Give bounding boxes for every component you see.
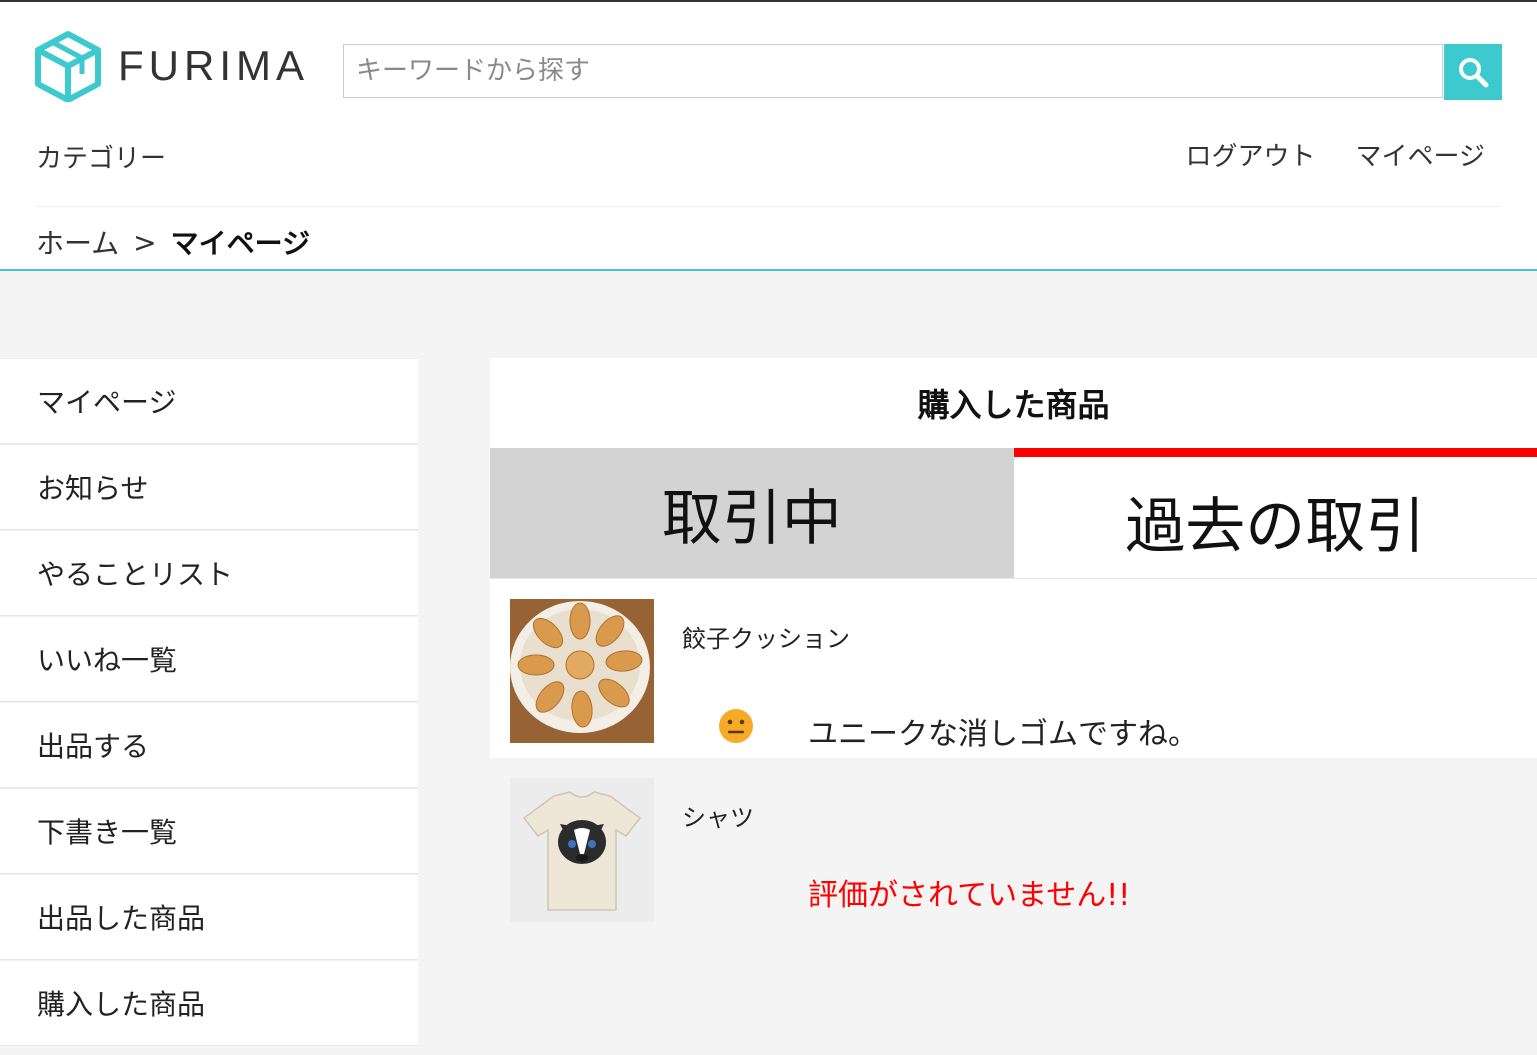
breadcrumb-current: マイページ [170,227,311,260]
sidebar-item-label: 下書き一覧 [37,816,178,849]
sidebar-item-label: いいね一覧 [37,644,178,677]
breadcrumb-separator: > [133,225,157,259]
item-name: 餃子クッション [682,625,850,653]
mypage-link[interactable]: マイページ [1356,136,1485,173]
sidebar-item-label: マイページ [37,386,177,419]
breadcrumb: ホーム > マイページ [36,222,310,262]
user-nav: ログアウト マイページ [1186,136,1486,173]
breadcrumb-home[interactable]: ホーム [36,222,119,262]
sidebar-item-purchased[interactable]: 購入した商品 [0,960,418,1046]
list-item[interactable]: シャツ 評価がされていません!! [490,758,1537,940]
header-divider [36,206,1502,207]
page-title: 購入した商品 [490,358,1537,448]
list-item[interactable]: 餃子クッション ユニークな消しゴムですね。 [490,578,1537,758]
search-input[interactable] [343,44,1443,98]
cube-logo-icon [35,31,101,102]
logo[interactable]: FURIMA [34,30,309,102]
header-accent-line [0,269,1537,271]
tab-in-progress[interactable]: 取引中 [490,448,1014,578]
logout-link[interactable]: ログアウト [1186,136,1316,173]
search-icon [1459,58,1489,88]
gyoza-plate-image [510,599,654,743]
site-header: FURIMA カテゴリー ログアウト マイページ ホーム > マイページ [0,2,1537,270]
purchased-items-panel: 購入した商品 取引中 過去の取引 餃子クッション ユニークな消しゴムですね。 シ… [490,358,1537,940]
dog-tshirt-image [510,778,654,922]
neutral-face-icon [719,709,753,743]
sidebar-item-sell[interactable]: 出品する [0,702,418,788]
sidebar-item-drafts[interactable]: 下書き一覧 [0,788,418,874]
tab-label: 取引中 [661,483,842,554]
review-comment: ユニークな消しゴムですね。 [808,717,1198,752]
search-button[interactable] [1444,44,1502,100]
sidebar-item-likes[interactable]: いいね一覧 [0,616,418,702]
category-link[interactable]: カテゴリー [36,138,166,175]
no-review-warning: 評価がされていません!! [808,878,1131,913]
sidebar-item-listed[interactable]: 出品した商品 [0,874,418,960]
sidebar: マイページ お知らせ やることリスト いいね一覧 出品する 下書き一覧 出品した… [0,358,418,1046]
logo-text: FURIMA [118,42,309,89]
sidebar-item-mypage[interactable]: マイページ [0,358,418,444]
tab-past-transactions[interactable]: 過去の取引 [1013,448,1537,578]
sidebar-item-label: 出品する [37,730,150,763]
sidebar-item-label: 出品した商品 [37,902,206,935]
tab-label: 過去の取引 [1125,492,1426,562]
sidebar-item-label: やることリスト [37,558,234,591]
sidebar-item-label: 購入した商品 [37,988,206,1021]
sidebar-item-todo[interactable]: やることリスト [0,530,418,616]
item-name: シャツ [682,804,754,832]
sidebar-item-notifications[interactable]: お知らせ [0,444,418,530]
transaction-tabs: 取引中 過去の取引 [490,448,1537,578]
sidebar-item-label: お知らせ [37,472,149,505]
